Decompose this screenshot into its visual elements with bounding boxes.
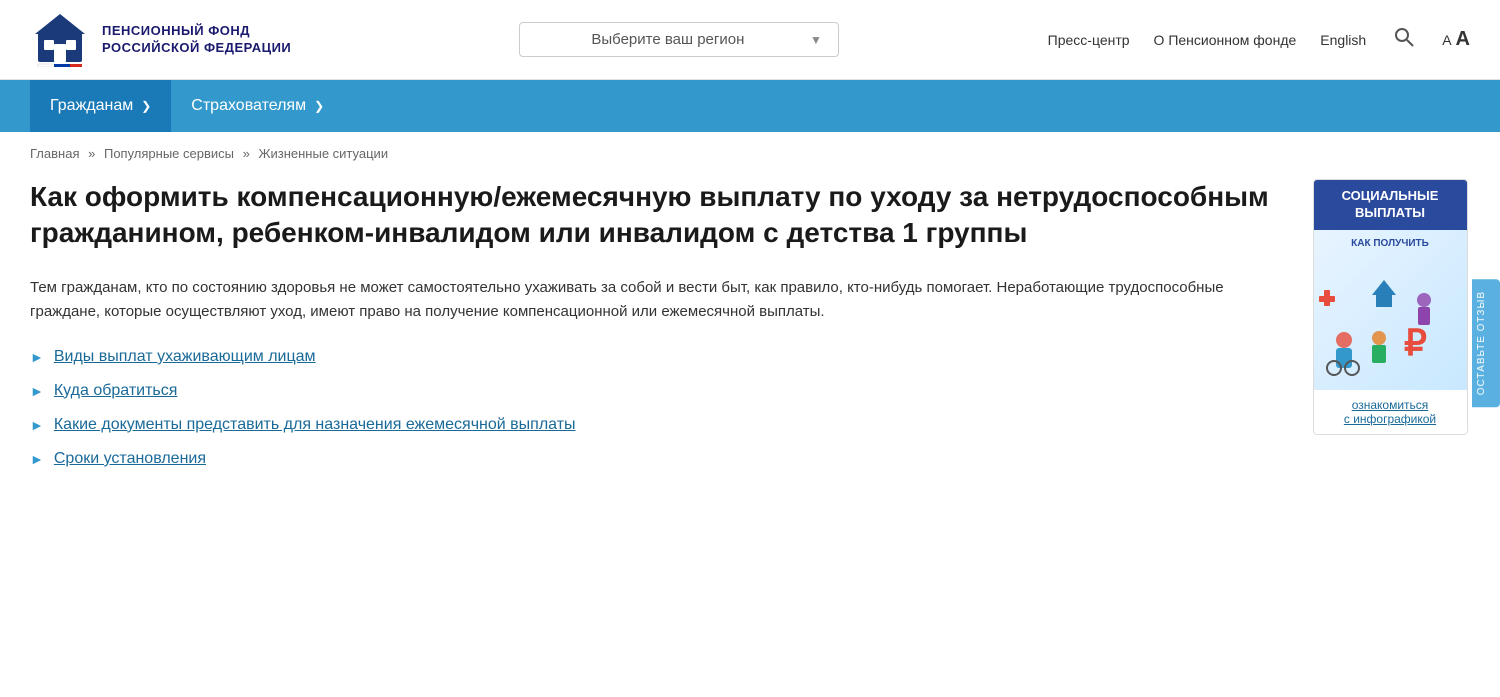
- pfr-logo-icon: [30, 12, 90, 67]
- logo-title-line1: ПЕНСИОННЫЙ ФОНД: [102, 23, 291, 40]
- breadcrumb: Главная » Популярные сервисы » Жизненные…: [0, 132, 1500, 169]
- infographic-svg: ₽: [1314, 250, 1454, 380]
- infographic-card: СОЦИАЛЬНЫЕ ВЫПЛАТЫ КАК ПОЛУЧИТЬ ₽: [1313, 179, 1468, 435]
- about-link[interactable]: О Пенсионном фонде: [1154, 32, 1297, 48]
- list-item: ► Куда обратиться: [30, 382, 1280, 400]
- list-item: ► Виды выплат ухаживающим лицам: [30, 348, 1280, 366]
- nav-insurers-label: Страхователям: [191, 97, 306, 115]
- arrow-icon-1: ►: [30, 349, 44, 365]
- side-tab[interactable]: ОСТАВЬТЕ ОТЗЫВ: [1472, 279, 1500, 407]
- main-navbar: Гражданам ❯ Страхователям ❯: [0, 80, 1500, 132]
- infographic-link[interactable]: ознакомитьсяс инфографикой: [1314, 390, 1467, 434]
- font-small-label[interactable]: A: [1442, 32, 1451, 48]
- link-documents[interactable]: Какие документы представить для назначен…: [54, 416, 576, 434]
- content-sidebar: СОЦИАЛЬНЫЕ ВЫПЛАТЫ КАК ПОЛУЧИТЬ ₽: [1310, 179, 1470, 468]
- chevron-down-icon: ▼: [810, 33, 822, 47]
- arrow-icon-4: ►: [30, 451, 44, 467]
- link-where-to-apply[interactable]: Куда обратиться: [54, 382, 178, 400]
- breadcrumb-sep1: »: [88, 146, 95, 161]
- search-icon: [1394, 27, 1414, 47]
- arrow-icon-2: ►: [30, 383, 44, 399]
- main-content: Как оформить компенсационную/ежемесячную…: [0, 169, 1500, 498]
- breadcrumb-popular[interactable]: Популярные сервисы: [104, 146, 234, 161]
- link-types-of-payments[interactable]: Виды выплат ухаживающим лицам: [54, 348, 316, 366]
- logo-text: ПЕНСИОННЫЙ ФОНД РОССИЙСКОЙ ФЕДЕРАЦИИ: [102, 23, 291, 57]
- nav-insurers[interactable]: Страхователям ❯: [171, 80, 344, 132]
- nav-citizens[interactable]: Гражданам ❯: [30, 80, 171, 132]
- font-size-controls[interactable]: A A: [1442, 28, 1470, 51]
- svg-text:₽: ₽: [1404, 322, 1427, 363]
- infographic-image: КАК ПОЛУЧИТЬ ₽: [1314, 230, 1467, 390]
- nav-insurers-chevron: ❯: [314, 99, 324, 113]
- header: ПЕНСИОННЫЙ ФОНД РОССИЙСКОЙ ФЕДЕРАЦИИ Выб…: [0, 0, 1500, 80]
- nav-citizens-chevron: ❯: [141, 99, 151, 113]
- header-nav: Пресс-центр О Пенсионном фонде English A…: [1048, 23, 1470, 56]
- logo-area: ПЕНСИОННЫЙ ФОНД РОССИЙСКОЙ ФЕДЕРАЦИИ: [30, 12, 310, 67]
- breadcrumb-home[interactable]: Главная: [30, 146, 79, 161]
- breadcrumb-current: Жизненные ситуации: [258, 146, 388, 161]
- region-dropdown[interactable]: Выберите ваш регион ▼: [519, 22, 839, 57]
- press-center-link[interactable]: Пресс-центр: [1048, 32, 1130, 48]
- content-left: Как оформить компенсационную/ежемесячную…: [30, 179, 1280, 468]
- infographic-header: СОЦИАЛЬНЫЕ ВЫПЛАТЫ: [1314, 180, 1467, 230]
- nav-citizens-label: Гражданам: [50, 97, 133, 115]
- infographic-sub: КАК ПОЛУЧИТЬ: [1351, 238, 1429, 249]
- search-button[interactable]: [1390, 23, 1418, 56]
- link-terms[interactable]: Сроки установления: [54, 450, 206, 468]
- breadcrumb-sep2: »: [243, 146, 250, 161]
- arrow-icon-3: ►: [30, 417, 44, 433]
- intro-text: Тем гражданам, кто по состоянию здоровья…: [30, 276, 1230, 324]
- list-item: ► Сроки установления: [30, 450, 1280, 468]
- logo-title-line2: РОССИЙСКОЙ ФЕДЕРАЦИИ: [102, 40, 291, 57]
- list-item: ► Какие документы представить для назнач…: [30, 416, 1280, 434]
- font-large-label[interactable]: A: [1456, 28, 1470, 51]
- page-title: Как оформить компенсационную/ежемесячную…: [30, 179, 1280, 252]
- region-dropdown-text: Выберите ваш регион: [536, 31, 800, 48]
- language-link[interactable]: English: [1320, 32, 1366, 48]
- region-select-area: Выберите ваш регион ▼: [310, 22, 1048, 57]
- links-list: ► Виды выплат ухаживающим лицам ► Куда о…: [30, 348, 1280, 468]
